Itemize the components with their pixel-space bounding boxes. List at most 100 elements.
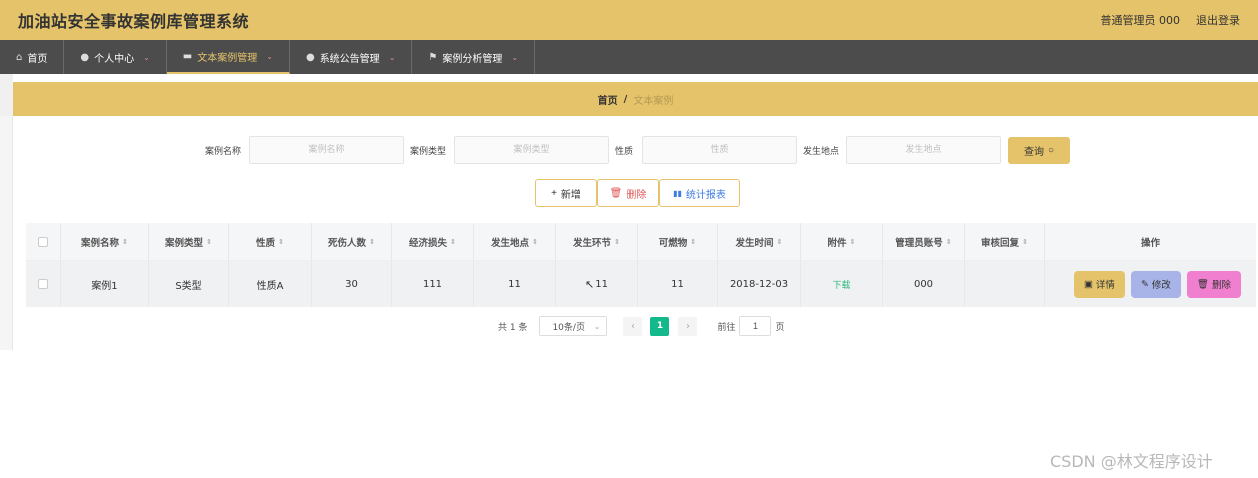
goto-prefix: 前往 bbox=[717, 322, 736, 333]
cell-stage-value: 11 bbox=[595, 278, 608, 290]
cell-review-reply bbox=[965, 261, 1045, 307]
home-icon: ⌂ bbox=[16, 51, 23, 63]
cell-nature: 性质A bbox=[229, 261, 312, 307]
case-name-input[interactable] bbox=[249, 136, 404, 164]
nav-label: 首页 bbox=[27, 53, 48, 65]
chevron-down-icon: ⌄ bbox=[143, 52, 150, 62]
col-header[interactable]: 可燃物 ⇕ bbox=[638, 223, 718, 260]
nav-item-home[interactable]: ⌂ 首页 bbox=[0, 40, 65, 74]
main-nav: ⌂ 首页 ● 个人中心 ⌄ ▬ 文本案例管理 ⌄ ● 系统公告管理 ⌄ ⚑ 案例… bbox=[0, 40, 1258, 74]
col-label: 管理员账号 bbox=[895, 237, 943, 249]
flag-icon: ⚑ bbox=[428, 51, 438, 63]
col-header[interactable]: 发生环节 ⇕ bbox=[556, 223, 638, 260]
download-link[interactable]: 下载 bbox=[832, 278, 850, 291]
col-header-actions: 操作 bbox=[1045, 223, 1256, 260]
sort-icon: ⇕ bbox=[206, 237, 212, 246]
pagination: 共 1 条 10条/页 ⌄ ‹ 1 › 前往 页 bbox=[498, 316, 784, 336]
chevron-left-icon: ‹ bbox=[630, 320, 635, 332]
row-checkbox[interactable] bbox=[38, 279, 48, 289]
case-type-input[interactable] bbox=[454, 136, 609, 164]
header-right: 普通管理员 000 退出登录 bbox=[1101, 12, 1241, 28]
action-bar: + 新增 🗑 删除 ▮▮ 统计报表 bbox=[0, 179, 1258, 207]
trash-icon: 🗑 bbox=[609, 187, 623, 199]
logout-link[interactable]: 退出登录 bbox=[1196, 12, 1240, 28]
col-header[interactable]: 发生时间 ⇕ bbox=[718, 223, 801, 260]
chevron-right-icon: › bbox=[685, 320, 690, 332]
app-title: 加油站安全事故案例库管理系统 bbox=[18, 12, 250, 31]
col-header[interactable]: 死伤人数 ⇕ bbox=[312, 223, 392, 260]
page-number-current[interactable]: 1 bbox=[650, 316, 670, 336]
col-header[interactable]: 附件 ⇕ bbox=[801, 223, 883, 260]
col-label: 审核回复 bbox=[981, 237, 1020, 249]
watermark: CSDN @林文程序设计 bbox=[1050, 452, 1213, 471]
col-label: 操作 bbox=[1140, 237, 1160, 249]
delete-button[interactable]: 🗑 删除 bbox=[1186, 270, 1241, 298]
nav-label: 文本案例管理 bbox=[197, 52, 258, 64]
col-header[interactable]: 案例类型 ⇕ bbox=[149, 223, 229, 260]
chevron-down-icon: ⌄ bbox=[266, 51, 273, 61]
detail-icon: ▣ bbox=[1083, 278, 1093, 290]
col-label: 附件 bbox=[827, 237, 847, 249]
col-header[interactable]: 性质 ⇕ bbox=[229, 223, 312, 260]
sort-icon: ⇕ bbox=[1022, 237, 1028, 246]
table-header: 案例名称 ⇕ 案例类型 ⇕ 性质 ⇕ 死伤人数 ⇕ 经济损失 ⇕ 发生地点 ⇕ 发生环节 ⇕ … bbox=[26, 223, 1256, 261]
next-page-button[interactable]: › bbox=[678, 316, 698, 336]
case-table: 案例名称 ⇕ 案例类型 ⇕ 性质 ⇕ 死伤人数 ⇕ 经济损失 ⇕ 发生地点 ⇕ 发生环节 ⇕ … bbox=[26, 223, 1256, 307]
edit-button[interactable]: ✎ 修改 bbox=[1130, 270, 1181, 298]
add-button[interactable]: + 新增 bbox=[535, 179, 597, 207]
nature-input[interactable] bbox=[642, 136, 797, 164]
sort-icon: ⇕ bbox=[690, 237, 697, 246]
nav-item-text-case-management[interactable]: ▬ 文本案例管理 ⌄ bbox=[166, 40, 290, 74]
search-icon: ○ bbox=[1047, 145, 1055, 156]
col-header[interactable]: 发生地点 ⇕ bbox=[474, 223, 556, 260]
nav-item-announcement-management[interactable]: ● 系统公告管理 ⌄ bbox=[290, 40, 413, 74]
search-form: 案例名称 案例类型 性质 发生地点 查询 ○ bbox=[0, 136, 1258, 166]
cell-stage: ↖ 11 bbox=[556, 261, 638, 307]
batch-delete-button[interactable]: 🗑 删除 bbox=[597, 179, 659, 207]
sort-icon: ⇕ bbox=[450, 237, 456, 246]
search-label-location: 发生地点 bbox=[803, 147, 840, 157]
breadcrumb-current: 文本案例 bbox=[633, 95, 674, 107]
plus-icon: + bbox=[551, 187, 557, 199]
nav-label: 系统公告管理 bbox=[319, 53, 380, 65]
select-all-checkbox[interactable] bbox=[38, 236, 48, 247]
chevron-down-icon: ⌄ bbox=[511, 52, 519, 62]
page-size-value: 10条/页 bbox=[552, 322, 585, 333]
cell-case-type: S类型 bbox=[149, 261, 229, 307]
nav-item-case-analysis-management[interactable]: ⚑ 案例分析管理 ⌄ bbox=[412, 40, 536, 74]
location-icon: ● bbox=[305, 51, 315, 63]
cell-case-name: 案例1 bbox=[61, 261, 149, 307]
location-input[interactable] bbox=[846, 136, 1001, 164]
cell-actions: ▣ 详情 ✎ 修改 🗑 删除 bbox=[1045, 261, 1256, 307]
page-size-select[interactable]: 10条/页 ⌄ bbox=[539, 316, 608, 336]
mouse-cursor-icon: ↖ bbox=[585, 277, 595, 291]
nav-item-personal-center[interactable]: ● 个人中心 ⌄ bbox=[64, 40, 167, 74]
breadcrumb: 首页 / 文本案例 bbox=[13, 82, 1258, 116]
statistics-report-button[interactable]: ▮▮ 统计报表 bbox=[659, 179, 740, 207]
goto-page-input[interactable] bbox=[739, 316, 772, 336]
prev-page-button[interactable]: ‹ bbox=[623, 316, 643, 336]
cell-time: 2018-12-03 bbox=[718, 261, 801, 307]
delete-label: 删除 bbox=[626, 189, 647, 201]
cell-admin-account: 000 bbox=[883, 261, 965, 307]
col-label: 性质 bbox=[256, 237, 276, 249]
select-all-cell bbox=[26, 223, 61, 260]
sort-icon: ⇕ bbox=[122, 237, 128, 246]
chevron-down-icon: ⌄ bbox=[593, 321, 601, 331]
col-header[interactable]: 管理员账号 ⇕ bbox=[883, 223, 965, 260]
col-label: 案例名称 bbox=[81, 237, 120, 249]
col-header[interactable]: 案例名称 ⇕ bbox=[61, 223, 149, 260]
sort-icon: ⇕ bbox=[945, 237, 952, 246]
edit-label: 修改 bbox=[1151, 280, 1171, 291]
col-header[interactable]: 审核回复 ⇕ bbox=[965, 223, 1045, 260]
col-header[interactable]: 经济损失 ⇕ bbox=[392, 223, 474, 260]
breadcrumb-home[interactable]: 首页 bbox=[598, 92, 618, 107]
sort-icon: ⇕ bbox=[532, 237, 538, 246]
detail-button[interactable]: ▣ 详情 bbox=[1073, 270, 1125, 298]
sort-icon: ⇕ bbox=[614, 237, 620, 246]
sort-icon: ⇕ bbox=[849, 237, 856, 246]
search-label-nature: 性质 bbox=[615, 147, 634, 157]
query-button[interactable]: 查询 ○ bbox=[1008, 137, 1070, 164]
search-label-case-name: 案例名称 bbox=[205, 147, 242, 157]
row-select-cell bbox=[26, 261, 61, 307]
